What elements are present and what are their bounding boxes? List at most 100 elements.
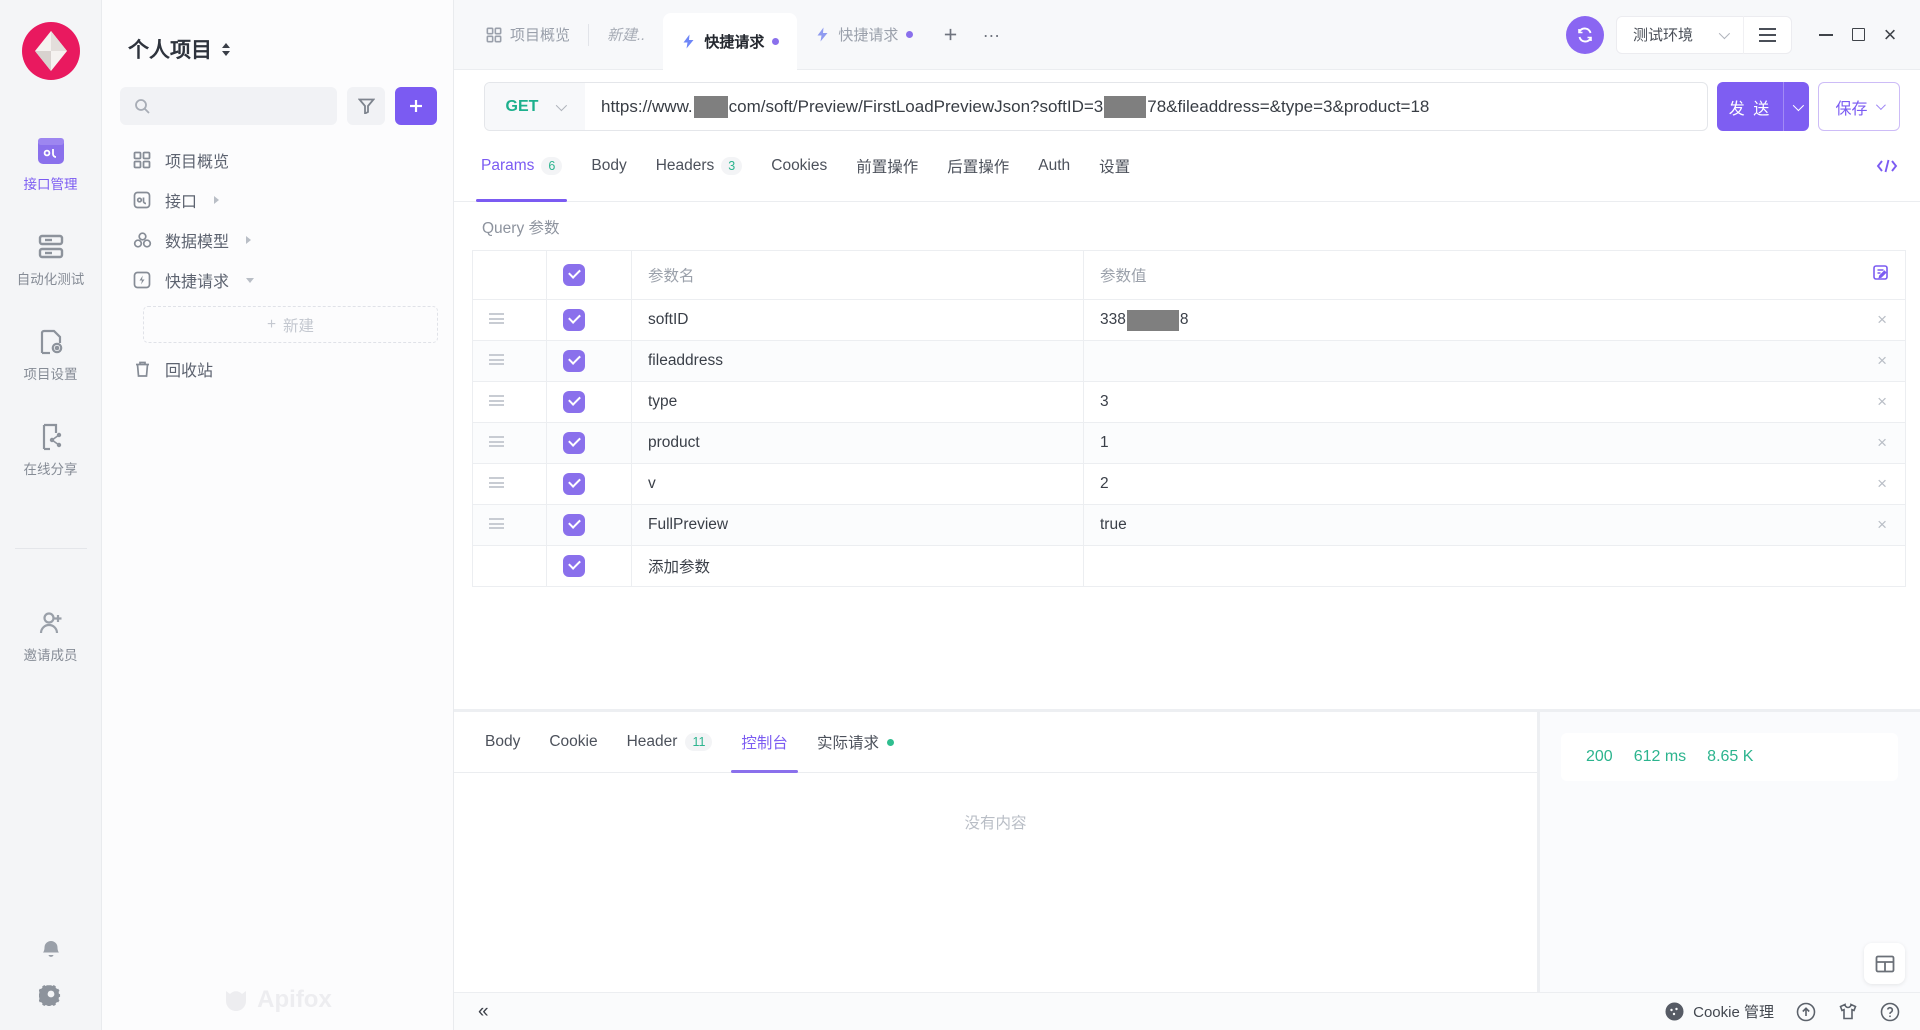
send-button[interactable]: 发 送 xyxy=(1717,82,1809,131)
theme-shirt-icon[interactable] xyxy=(1838,1002,1858,1021)
sidebar-item-quick-requests[interactable]: 快捷请求 xyxy=(102,260,453,300)
new-tab-button[interactable] xyxy=(931,27,970,42)
tab-post-processors[interactable]: 后置操作 xyxy=(947,131,1009,202)
select-all-checkbox[interactable] xyxy=(563,264,585,286)
param-name[interactable]: FullPreview xyxy=(632,505,1084,546)
app-logo[interactable] xyxy=(22,22,80,80)
filter-button[interactable] xyxy=(347,87,385,125)
layout-toggle-button[interactable] xyxy=(1864,943,1905,984)
sidebar-item-project-overview[interactable]: 项目概览 xyxy=(102,140,453,180)
rail-item-online-share[interactable]: 在线分享 xyxy=(24,423,78,478)
param-checkbox[interactable] xyxy=(563,473,585,495)
response-status-card: 200 612 ms 8.65 K xyxy=(1561,733,1898,781)
plus-icon xyxy=(408,98,424,114)
param-name[interactable]: type xyxy=(632,382,1084,423)
upload-circle-icon[interactable] xyxy=(1796,1002,1816,1022)
rail-item-automated-testing[interactable]: 自动化测试 xyxy=(17,233,85,288)
param-checkbox[interactable] xyxy=(563,514,585,536)
doc-tab-draft[interactable]: 新建.. xyxy=(589,0,663,70)
tab-response-header[interactable]: Header 11 xyxy=(627,712,713,773)
chevron-down-icon xyxy=(1719,27,1730,38)
url-input[interactable]: https://www. com/soft/Preview/FirstLoadP… xyxy=(585,83,1707,130)
add-param-placeholder[interactable]: 添加参数 xyxy=(632,546,1084,587)
bulk-edit-icon[interactable] xyxy=(1872,264,1889,281)
sidebar-item-data-models[interactable]: 数据模型 xyxy=(102,220,453,260)
tab-console[interactable]: 控制台 xyxy=(741,712,788,773)
param-value[interactable]: true xyxy=(1100,516,1875,534)
chevron-right-icon xyxy=(246,236,251,244)
environment-selector[interactable]: 测试环境 xyxy=(1617,24,1743,45)
delete-param-icon[interactable]: × xyxy=(1875,474,1889,494)
param-value[interactable]: 1 xyxy=(1100,434,1875,452)
tab-pre-processors[interactable]: 前置操作 xyxy=(856,131,918,202)
help-icon[interactable] xyxy=(1880,1002,1900,1022)
settings-gear-icon[interactable] xyxy=(39,982,63,1006)
code-view-icon[interactable] xyxy=(1876,157,1898,175)
rail-item-project-settings[interactable]: 项目设置 xyxy=(24,328,78,383)
drag-handle[interactable] xyxy=(489,477,504,488)
tab-response-body[interactable]: Body xyxy=(485,712,520,773)
tab-cookies[interactable]: Cookies xyxy=(771,131,827,202)
search-input[interactable] xyxy=(120,87,337,125)
tab-overflow-button[interactable]: … xyxy=(970,24,1013,45)
sidebar-item-recycle-bin[interactable]: 回收站 xyxy=(102,349,453,389)
save-button[interactable]: 保存 xyxy=(1818,82,1900,131)
project-switcher[interactable]: 个人项目 xyxy=(128,34,230,64)
environment-menu-button[interactable] xyxy=(1744,28,1791,42)
param-value[interactable]: 2 xyxy=(1100,475,1875,493)
delete-param-icon[interactable]: × xyxy=(1875,351,1889,371)
cookie-manager-button[interactable]: Cookie 管理 xyxy=(1665,1001,1774,1022)
param-checkbox[interactable] xyxy=(563,350,585,372)
window-maximize-button[interactable] xyxy=(1842,16,1874,54)
online-share-icon xyxy=(36,423,66,451)
tab-body[interactable]: Body xyxy=(591,131,626,202)
drag-handle[interactable] xyxy=(489,395,504,406)
param-checkbox[interactable] xyxy=(563,309,585,331)
tab-params[interactable]: Params 6 xyxy=(481,131,562,202)
delete-param-icon[interactable]: × xyxy=(1875,515,1889,535)
doc-tab-quick-request-active[interactable]: 快捷请求 xyxy=(663,13,797,70)
method-selector[interactable]: GET xyxy=(485,83,585,130)
delete-param-icon[interactable]: × xyxy=(1875,310,1889,330)
delete-param-icon[interactable]: × xyxy=(1875,433,1889,453)
trash-icon xyxy=(132,360,152,378)
tab-response-cookie[interactable]: Cookie xyxy=(549,712,597,773)
tab-actual-request[interactable]: 实际请求 xyxy=(817,712,894,773)
drag-handle[interactable] xyxy=(489,436,504,447)
invite-members-icon xyxy=(36,609,66,637)
param-checkbox[interactable] xyxy=(563,432,585,454)
send-options-arrow[interactable] xyxy=(1783,82,1809,131)
param-name[interactable]: softID xyxy=(632,300,1084,341)
tab-settings[interactable]: 设置 xyxy=(1099,131,1130,202)
sidebar-item-apis[interactable]: 接口 xyxy=(102,180,453,220)
param-name[interactable]: fileaddress xyxy=(632,341,1084,382)
url-segment: com/soft/Preview/FirstLoadPreviewJson?so… xyxy=(729,97,1104,117)
new-request-button[interactable]: + 新建 xyxy=(143,306,438,343)
param-checkbox[interactable] xyxy=(563,555,585,577)
window-close-button[interactable]: × xyxy=(1874,16,1906,54)
doc-tab-quick-request[interactable]: 快捷请求 xyxy=(797,0,931,70)
param-value[interactable]: 3 xyxy=(1100,393,1875,411)
drag-handle[interactable] xyxy=(489,354,504,365)
param-value[interactable]: 338 8 xyxy=(1100,310,1875,331)
plus-icon: + xyxy=(267,316,276,334)
doc-tab-project-overview[interactable]: 项目概览 xyxy=(468,0,588,70)
rail-item-invite-members[interactable]: 邀请成员 xyxy=(24,609,78,664)
param-checkbox[interactable] xyxy=(563,391,585,413)
tab-auth[interactable]: Auth xyxy=(1038,131,1070,202)
header-count-badge: 11 xyxy=(685,733,712,751)
param-name[interactable]: v xyxy=(632,464,1084,505)
drag-handle[interactable] xyxy=(489,518,504,529)
delete-param-icon[interactable]: × xyxy=(1875,392,1889,412)
sync-button[interactable] xyxy=(1566,16,1604,54)
window-minimize-button[interactable] xyxy=(1810,16,1842,54)
add-new-button[interactable] xyxy=(395,87,437,125)
collapse-sidebar-button[interactable]: « xyxy=(478,1002,489,1021)
tab-headers[interactable]: Headers 3 xyxy=(656,131,743,202)
param-name[interactable]: product xyxy=(632,423,1084,464)
search-icon xyxy=(134,98,151,115)
drag-handle[interactable] xyxy=(489,313,504,324)
rail-item-api-management[interactable]: 接口管理 xyxy=(24,136,78,193)
notifications-bell-icon[interactable] xyxy=(39,938,63,962)
unsaved-dot xyxy=(772,38,779,45)
